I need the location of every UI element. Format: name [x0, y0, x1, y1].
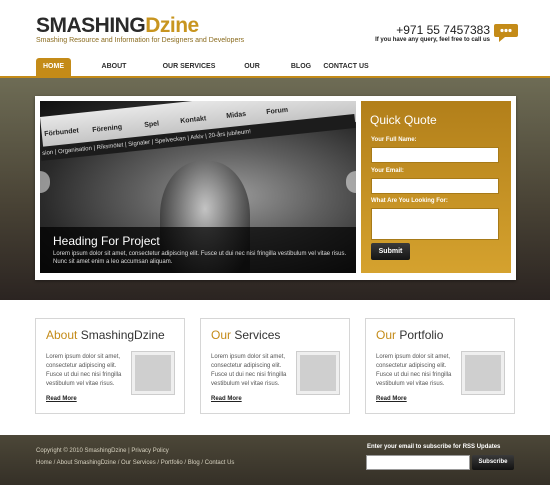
- nav-item-home[interactable]: HOME: [36, 58, 71, 76]
- services-box-title: Our Services: [211, 328, 280, 342]
- site-tagline: Smashing Resource and Information for De…: [36, 37, 245, 44]
- portfolio-box: Our Portfolio Lorem ipsum dolor sit amet…: [365, 318, 515, 414]
- email-label: Your Email:: [371, 168, 404, 174]
- box-title-rest: Services: [231, 328, 281, 342]
- nav-item-blog[interactable]: BLOG: [289, 58, 313, 76]
- full-name-label: Your Full Name:: [371, 137, 417, 143]
- logo-text-main: SMASHING: [36, 14, 146, 37]
- site-header: SMASHINGDzine Smashing Resource and Info…: [0, 0, 550, 58]
- services-box-thumbnail: [296, 351, 340, 395]
- quick-quote-form: Quick Quote Your Full Name: Your Email: …: [361, 101, 511, 273]
- main-nav: HOME ABOUT SMASHINGDZINE OUR SERVICES OU…: [0, 58, 550, 88]
- phone-note: If you have any query, feel free to call…: [375, 37, 490, 43]
- site-footer: Copyright © 2010 SmashingDzine | Privacy…: [0, 435, 550, 485]
- slide-text: Lorem ipsum dolor sit amet, consectetur …: [53, 251, 347, 265]
- nav-item-contact[interactable]: CONTACT US: [322, 58, 370, 76]
- about-box: About SmashingDzine Lorem ipsum dolor si…: [35, 318, 185, 414]
- slide-heading: Heading For Project: [53, 234, 160, 248]
- services-read-more-link[interactable]: Read More: [211, 396, 242, 402]
- about-box-title: About SmashingDzine: [46, 328, 165, 342]
- services-box-text: Lorem ipsum dolor sit amet, consectetur …: [211, 354, 287, 387]
- box-title-rest: Portfolio: [396, 328, 444, 342]
- portfolio-box-thumbnail: [461, 351, 505, 395]
- phone-number: +971 55 7457383: [396, 23, 490, 37]
- box-title-rest: SmashingDzine: [77, 328, 165, 342]
- nav-item-portfolio[interactable]: OUR PORTFOLIO: [225, 58, 279, 88]
- slider-next-arrow[interactable]: [346, 171, 356, 193]
- portfolio-box-title: Our Portfolio: [376, 328, 443, 342]
- hero-slider[interactable]: Förbundet Förening Spel Kontakt Midas Fo…: [40, 101, 356, 273]
- logo-text-accent: Dzine: [145, 14, 199, 37]
- about-read-more-link[interactable]: Read More: [46, 396, 77, 402]
- portfolio-read-more-link[interactable]: Read More: [376, 396, 407, 402]
- rss-email-input[interactable]: [366, 455, 470, 470]
- footer-links[interactable]: Home / About SmashingDzine / Our Service…: [36, 460, 234, 466]
- email-input[interactable]: [371, 178, 499, 194]
- slide-caption: Heading For Project Lorem ipsum dolor si…: [40, 227, 356, 273]
- about-box-text: Lorem ipsum dolor sit amet, consectetur …: [46, 354, 122, 387]
- box-title-accent: Our: [376, 328, 397, 342]
- rss-label: Enter your email to subscribe for RSS Up…: [367, 444, 501, 450]
- nav-item-about[interactable]: ABOUT SMASHINGDZINE: [78, 58, 150, 88]
- full-name-input[interactable]: [371, 147, 499, 163]
- subscribe-button[interactable]: Subscribe: [472, 455, 514, 470]
- footer-copyright: Copyright © 2010 SmashingDzine | Privacy…: [36, 448, 169, 454]
- box-title-accent: About: [46, 328, 78, 342]
- quick-quote-title: Quick Quote: [370, 113, 437, 127]
- portfolio-box-text: Lorem ipsum dolor sit amet, consectetur …: [376, 354, 452, 387]
- box-title-accent: Our: [211, 328, 232, 342]
- about-box-thumbnail: [131, 351, 175, 395]
- looking-for-label: What Are You Looking For:: [371, 198, 448, 204]
- slider-prev-arrow[interactable]: [40, 171, 50, 193]
- services-box: Our Services Lorem ipsum dolor sit amet,…: [200, 318, 350, 414]
- chat-bubble-icon: [494, 24, 518, 42]
- submit-button[interactable]: Submit: [371, 243, 410, 260]
- looking-for-textarea[interactable]: [371, 208, 499, 240]
- nav-item-services[interactable]: OUR SERVICES: [160, 58, 218, 76]
- site-logo[interactable]: SMASHINGDzine: [36, 15, 199, 37]
